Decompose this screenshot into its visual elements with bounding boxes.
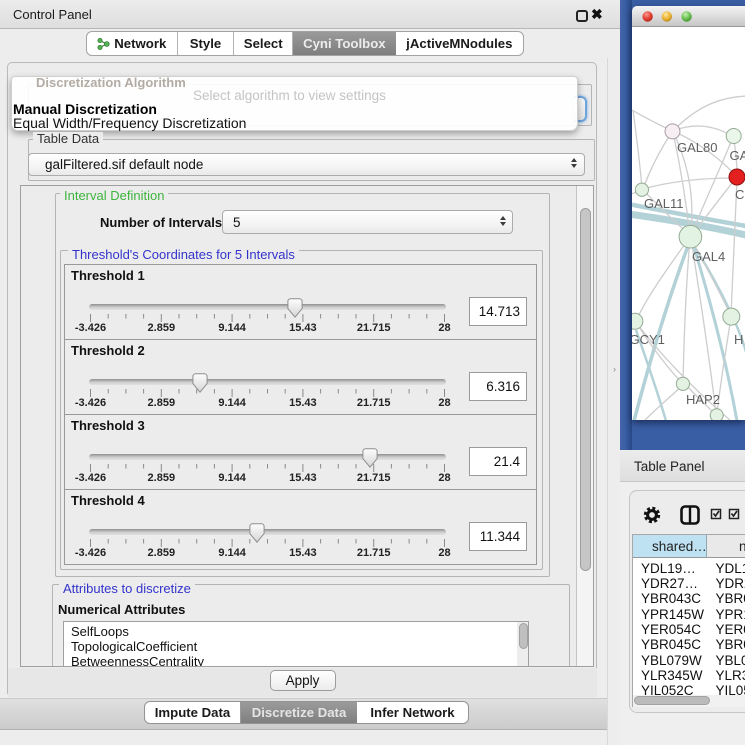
svg-text:GAL80: GAL80 — [677, 140, 717, 155]
svg-text:HAP2: HAP2 — [686, 392, 720, 407]
svg-text:GA: GA — [730, 148, 745, 163]
svg-text:H: H — [734, 332, 743, 347]
svg-text:GAL11: GAL11 — [644, 196, 684, 211]
svg-text:GCY1: GCY1 — [632, 332, 665, 347]
svg-text:C: C — [735, 187, 744, 202]
svg-text:GAL4: GAL4 — [692, 249, 725, 264]
